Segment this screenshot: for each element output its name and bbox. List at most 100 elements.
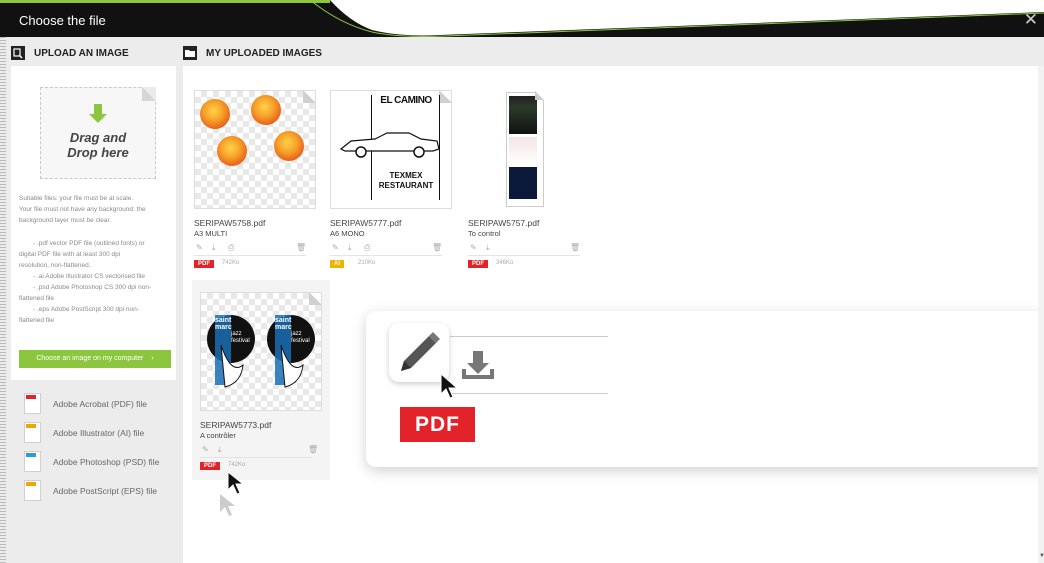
file-thumbnail[interactable]: saint marc jazz festival saint marc jazz… (200, 292, 322, 411)
poster-text-line: festival (231, 338, 250, 344)
format-badge: PDF (468, 260, 488, 268)
thumbnail-fold (535, 91, 544, 100)
poster-text: jazz festival (291, 331, 310, 345)
pencil-icon[interactable]: ✎ (202, 445, 209, 454)
drop-zone[interactable]: Drag and Drop here (40, 87, 156, 179)
uploaded-heading-text: MY UPLOADED IMAGES (206, 47, 322, 59)
filetype-list: Adobe Acrobat (PDF) file Adobe Illustrat… (24, 389, 174, 505)
ai-file-icon (24, 422, 41, 443)
filetype-eps: Adobe PostScript (EPS) file (24, 476, 174, 505)
format-badge: PDF (200, 462, 220, 470)
dropzone-fold (142, 87, 156, 101)
poster-text-line: marc (215, 324, 232, 331)
trash-icon[interactable]: 🗑 (570, 243, 580, 252)
thumbnail-fold (303, 91, 315, 103)
trash-icon[interactable]: 🗑 (432, 243, 442, 252)
file-subtitle: To control (468, 229, 501, 238)
thumbnail-graphic (509, 167, 537, 199)
file-subtitle: A3 MULTI (194, 229, 228, 238)
thumbnail-caption-line: TEXMEX (389, 171, 423, 180)
thumbnail-graphic (509, 137, 537, 165)
upload-heading-text: UPLOAD AN IMAGE (34, 47, 129, 59)
upload-panel: Drag and Drop here Suitable files: your … (11, 66, 176, 380)
poster-text-line: jazz (291, 331, 302, 337)
thumbnail-graphic (509, 96, 537, 134)
zoom-callout: PDF (366, 311, 1044, 467)
poster-text-line: saint (215, 317, 232, 324)
help-pdf-3: resolution, non-flattened. (19, 262, 91, 269)
trash-icon[interactable]: 🗑 (296, 243, 306, 252)
car-icon (339, 132, 440, 158)
file-name: SERIPAW5777.pdf (330, 218, 402, 228)
trash-icon[interactable]: 🗑 (308, 445, 318, 454)
help-pdf-1: - .pdf vector PDF file (outlined fonts) … (33, 240, 145, 247)
choose-image-label: Choose an image on my computer (36, 355, 144, 362)
filetype-ai: Adobe Illustrator (AI) file (24, 418, 174, 447)
choose-image-button[interactable]: Choose an image on my computer › (19, 350, 171, 368)
download-icon[interactable] (460, 349, 496, 381)
file-actions: ✎ ⤓ ⎙ 🗑 (330, 240, 442, 256)
help-text-2: Your file must not have any background: … (19, 206, 146, 213)
dropzone-label: Drag and Drop here (67, 130, 129, 160)
file-thumbnail[interactable] (194, 90, 316, 209)
scroll-down-icon[interactable]: ▼ (1039, 553, 1044, 559)
help-text-1: Suitable files: your file must be at sca… (19, 195, 134, 202)
filetype-label: Adobe Acrobat (PDF) file (53, 398, 148, 409)
file-thumbnail[interactable] (468, 90, 588, 207)
file-subtitle: A6 MONO (330, 229, 365, 238)
psd-file-icon (24, 451, 41, 472)
cursor-shadow-icon (220, 494, 235, 516)
pencil-icon[interactable]: ✎ (332, 243, 339, 252)
window-title: Choose the file (19, 13, 106, 28)
close-icon[interactable]: ✕ (1024, 11, 1038, 28)
help-text-3: background layer must be clear. (19, 217, 112, 224)
file-name: SERIPAW5758.pdf (194, 218, 266, 228)
print-icon[interactable]: ⎙ (228, 243, 234, 253)
poster-text: jazz festival (231, 331, 250, 345)
file-actions: ✎ ⤓ 🗑 (200, 442, 318, 458)
upload-heading: UPLOAD AN IMAGE (11, 42, 176, 64)
help-eps-2: flattened file (19, 317, 55, 324)
help-psd-1: - .psd Adobe Photoshop CS 300 dpi non- (33, 284, 152, 291)
thumbnail-fold (309, 293, 321, 305)
print-icon[interactable]: ⎙ (364, 243, 370, 253)
poster-text-line: marc (275, 324, 292, 331)
file-subtitle: A contrôler (200, 431, 236, 440)
filetype-psd: Adobe Photoshop (PSD) file (24, 447, 174, 476)
file-name: SERIPAW5757.pdf (468, 218, 540, 228)
pencil-icon[interactable]: ✎ (196, 243, 203, 252)
folder-icon (183, 46, 197, 60)
thumbnail-graphic (274, 131, 304, 161)
help-ai-1: - .ai Adobe Illustrator CS vectorised fi… (33, 273, 145, 280)
help-psd-2: flattened file (19, 295, 55, 302)
format-badge: AI (330, 260, 344, 268)
download-icon[interactable]: ⤓ (212, 243, 216, 253)
help-eps-1: - .eps Adobe PostScript 300 dpi non- (33, 306, 139, 313)
pencil-icon[interactable]: ✎ (470, 243, 477, 252)
filetype-label: Adobe Photoshop (PSD) file (53, 456, 160, 467)
chevron-right-icon: › (151, 355, 154, 362)
poster-text-line: saint (275, 317, 292, 324)
title-bar: Choose the file ✕ (0, 0, 1044, 37)
thumbnail-strip (506, 92, 544, 207)
file-size: 742Ko (228, 462, 246, 468)
thumbnail-graphic (251, 95, 281, 125)
download-icon[interactable]: ⤓ (348, 243, 352, 253)
thumbnail-graphic (217, 136, 247, 166)
file-size: 742Ko (222, 260, 240, 266)
help-pdf-2: digital PDF file with at least 300 dpi (19, 251, 121, 258)
scrollbar[interactable] (1038, 66, 1044, 563)
title-swoosh (300, 0, 1044, 37)
file-actions: ✎ ⤓ ⎙ 🗑 (194, 240, 306, 256)
filetype-label: Adobe PostScript (EPS) file (53, 485, 157, 496)
download-icon[interactable]: ⤓ (218, 445, 222, 455)
pdf-file-icon (24, 393, 41, 414)
download-icon[interactable]: ⤓ (486, 243, 490, 253)
poster-text-line: jazz (231, 331, 242, 337)
file-thumbnail[interactable]: EL CAMINO TEXMEX RESTAURANT (330, 90, 452, 209)
arrow-down-icon (89, 104, 107, 123)
filetype-pdf: Adobe Acrobat (PDF) file (24, 389, 174, 418)
file-size: 346Ko (496, 260, 514, 266)
file-name: SERIPAW5773.pdf (200, 420, 272, 430)
poster-text-line: festival (291, 338, 310, 344)
